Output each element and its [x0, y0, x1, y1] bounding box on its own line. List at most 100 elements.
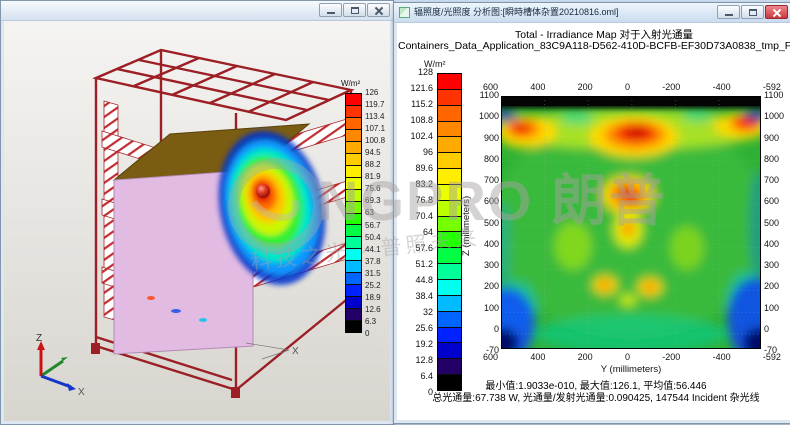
colorbar-tick-label: 88.2 — [365, 160, 390, 169]
window-icon — [399, 7, 410, 18]
colorbar-band — [438, 327, 461, 343]
colorbar-tick-label: 6.3 — [365, 317, 390, 326]
maximize-button[interactable] — [741, 5, 764, 19]
colorbar-band — [438, 121, 461, 137]
3d-scene: X Z X — [4, 21, 390, 421]
colorbar-band — [438, 89, 461, 105]
colorbar-tick-label: 12.8 — [397, 355, 433, 365]
maximize-icon — [749, 9, 757, 16]
y-tick-label: -200 — [662, 352, 680, 362]
y-tick-label: -400 — [713, 352, 731, 362]
y-tick-label: 0 — [625, 352, 630, 362]
map-window-titlebar[interactable]: 辐照度/光照度 分析图:[瞬時槽体杂置20210816.oml] — [394, 3, 790, 23]
colorbar-tick-label: 96 — [397, 147, 433, 157]
colorbar-band — [346, 105, 361, 117]
model-viewport[interactable]: X Z X W/m² 126119.7113.4107.1100.894.588… — [4, 21, 390, 421]
stats-line-2: 总光通量:67.738 W, 光通量/发射光通量:0.090425, 14754… — [407, 389, 785, 404]
colorbar-tick-label: 113.4 — [365, 112, 390, 121]
maximize-button[interactable] — [343, 3, 366, 17]
colorbar-band — [438, 184, 461, 200]
svg-text:X: X — [292, 346, 299, 357]
colorbar-band — [346, 117, 361, 129]
z-tick-label: 900 — [764, 133, 790, 143]
colorbar-tick-label: 19.2 — [397, 339, 433, 349]
z-tick-label: 800 — [473, 154, 499, 164]
colorbar-tick-label: 50.4 — [365, 233, 390, 242]
irradiance-heatmap[interactable] — [501, 96, 761, 349]
y-tick-label: -592 — [763, 82, 781, 92]
z-tick-label: 400 — [473, 239, 499, 249]
colorbar-band — [346, 284, 361, 296]
z-tick-label: 1000 — [473, 111, 499, 121]
y-tick-label: 200 — [578, 82, 593, 92]
y-tick-label: -200 — [662, 82, 680, 92]
colorbar-tick-label: 38.4 — [397, 291, 433, 301]
colorbar-band — [346, 236, 361, 248]
colorbar-band — [346, 165, 361, 177]
colorbar-band — [438, 247, 461, 263]
colorbar-tick-label: 44.1 — [365, 245, 390, 254]
colorbar-band — [346, 260, 361, 272]
z-tick-label: 800 — [764, 154, 790, 164]
colorbar-tick-label: 63 — [365, 208, 390, 217]
colorbar-band — [438, 311, 461, 327]
map-colorbar — [437, 73, 462, 391]
map-colorbar-ticks: 128121.6115.2108.8102.49689.683.276.870.… — [397, 67, 433, 397]
y-tick-label: 0 — [625, 82, 630, 92]
z-tick-label: 700 — [473, 175, 499, 185]
colorbar-band — [438, 74, 461, 89]
minimize-icon — [725, 14, 733, 16]
colorbar-band — [438, 136, 461, 152]
y-tick-label: 400 — [530, 352, 545, 362]
colorbar-tick-label: 75.6 — [365, 184, 390, 193]
colorbar-band — [346, 189, 361, 201]
colorbar-tick-label: 56.7 — [365, 221, 390, 230]
z-tick-label: 100 — [764, 303, 790, 313]
colorbar-band — [346, 248, 361, 260]
z-axis-ticks-right: 110010009008007006005004003002001000-70 — [764, 90, 790, 355]
close-button[interactable] — [765, 5, 788, 19]
colorbar-band — [438, 342, 461, 358]
colorbar-band — [346, 296, 361, 308]
z-tick-label: 400 — [764, 239, 790, 249]
colorbar-tick-label: 102.4 — [397, 131, 433, 141]
colorbar-tick-label: 44.8 — [397, 275, 433, 285]
z-tick-label: 700 — [764, 175, 790, 185]
colorbar-unit: W/m² — [341, 79, 360, 88]
y-axis-label: Y (millimeters) — [501, 364, 761, 375]
z-tick-label: 600 — [764, 196, 790, 206]
colorbar-tick-label: 76.8 — [397, 195, 433, 205]
close-button[interactable] — [367, 3, 390, 17]
colorbar-tick-label: 25.6 — [397, 323, 433, 333]
colorbar-tick-label: 32 — [397, 307, 433, 317]
z-tick-label: 500 — [473, 218, 499, 228]
colorbar-band — [438, 358, 461, 374]
colorbar-band — [346, 94, 361, 105]
colorbar-tick-label: 89.6 — [397, 163, 433, 173]
z-tick-label: 200 — [764, 281, 790, 291]
colorbar-tick-label: 115.2 — [397, 99, 433, 109]
z-axis-label: Z (millimeters) — [461, 161, 472, 291]
z-tick-label: 500 — [764, 218, 790, 228]
colorbar-band — [438, 279, 461, 295]
z-tick-label: 300 — [473, 260, 499, 270]
colorbar-band — [346, 177, 361, 189]
desktop: { "watermark": { "brand": "NGPRO 朗普", "t… — [0, 0, 790, 425]
minimize-button[interactable] — [717, 5, 740, 19]
model-window-titlebar[interactable] — [1, 1, 393, 21]
colorbar-band — [346, 224, 361, 236]
colorbar-band — [438, 200, 461, 216]
colorbar-band — [346, 320, 361, 332]
colorbar-tick-label: 57.6 — [397, 243, 433, 253]
model-view-window: X Z X W/m² 126119.7113.4107.1100.894.588… — [0, 0, 394, 425]
map-subtitle: Containers_Data_Application_83C9A118-D56… — [398, 40, 790, 52]
minimize-button[interactable] — [319, 3, 342, 17]
z-tick-label: 1000 — [764, 111, 790, 121]
z-axis-ticks-left: 110010009008007006005004003002001000-70 — [473, 90, 499, 355]
y-tick-label: 400 — [530, 82, 545, 92]
z-tick-label: 0 — [473, 324, 499, 334]
colorbar-band — [346, 153, 361, 165]
colorbar-band — [346, 141, 361, 153]
colorbar-tick-label: 12.6 — [365, 305, 390, 314]
z-tick-label: 100 — [473, 303, 499, 313]
